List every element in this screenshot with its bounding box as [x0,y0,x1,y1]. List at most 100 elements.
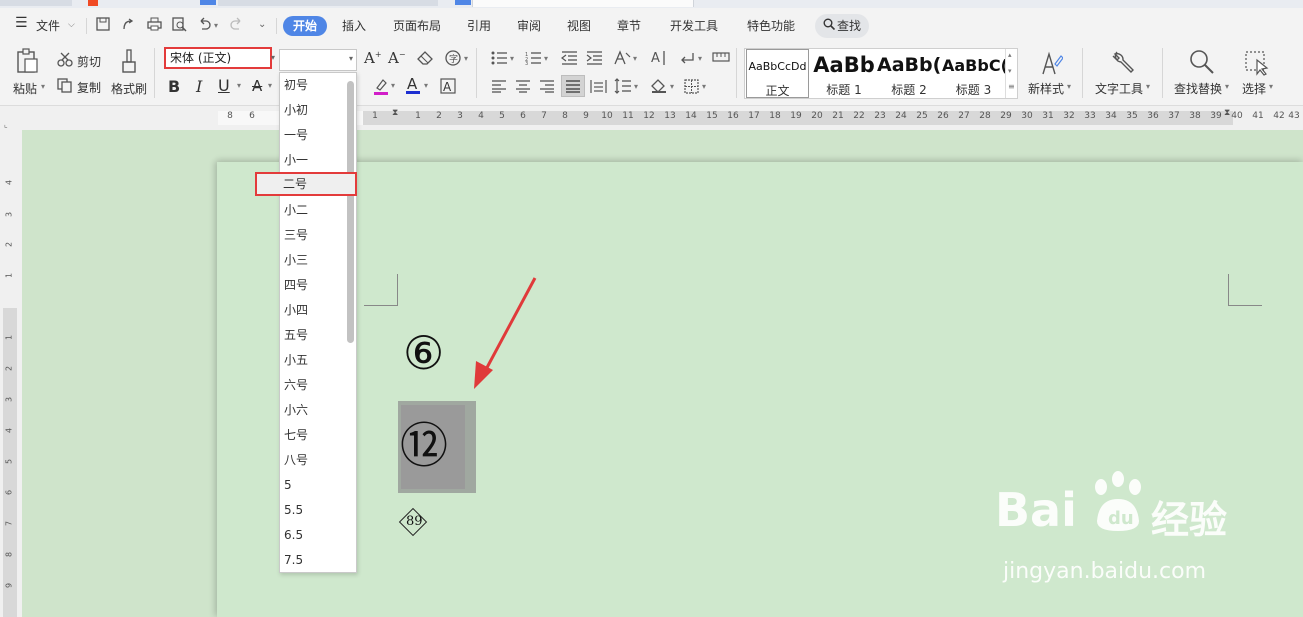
font-size-option[interactable]: 初号 [280,73,346,98]
font-color-icon[interactable]: A [406,75,420,97]
print-icon[interactable] [146,17,162,33]
font-size-option[interactable]: 一号 [280,123,346,148]
tab-references[interactable]: 引用 [467,17,491,34]
cut-button[interactable]: 剪切 [77,53,101,70]
undo-dropdown-icon[interactable]: ▾ [214,21,218,30]
tab-chapter[interactable]: 章节 [617,17,641,34]
enclosed-number-6[interactable]: ⑥ [403,325,444,381]
font-size-option[interactable]: 小四 [280,298,346,323]
font-size-dropdown-icon[interactable]: ▾ [349,54,353,63]
tab-special-features[interactable]: 特色功能 [747,17,795,34]
shading-dropdown-icon[interactable]: ▾ [670,82,674,91]
active-tab-fragment[interactable] [472,0,694,7]
paste-button[interactable]: 粘贴 [13,80,37,97]
document-canvas[interactable]: ⑥ ⑫ 89 Bai du 经验 jingyan.baidu.com [22,130,1303,617]
tab-fragment[interactable] [0,0,72,6]
align-center-icon[interactable] [515,80,531,95]
highlight-icon[interactable] [373,78,389,97]
chevron-down-icon[interactable]: ▾ [1008,67,1012,75]
increase-font-size-icon[interactable]: A+ [364,49,382,67]
horizontal-ruler[interactable]: ⌞ 8 6 4 2 1 ⧗ 1 2 3 4 5 6 7 8 9 10 11 12… [0,106,1303,130]
new-style-icon[interactable] [1039,50,1064,78]
chevron-down-icon[interactable]: ⌵ [68,20,75,30]
output-pdf-icon[interactable] [120,17,136,33]
shading-icon[interactable] [650,78,668,96]
align-right-icon[interactable] [539,80,555,95]
line-spacing-dropdown-icon[interactable]: ▾ [634,82,638,91]
font-size-option[interactable]: 四号 [280,273,346,298]
decrease-font-size-icon[interactable]: A− [388,49,406,67]
scissors-icon[interactable] [57,52,73,69]
font-size-option[interactable]: 小二 [280,198,346,223]
format-painter-button[interactable]: 格式刷 [111,80,147,97]
chevron-up-icon[interactable]: ▴ [1008,51,1012,59]
enclosed-number-89[interactable]: 89 [406,514,423,530]
font-size-option[interactable]: 小三 [280,248,346,273]
font-size-option[interactable]: 小初 [280,98,346,123]
font-size-option[interactable]: 7.5 [280,548,346,572]
borders-icon[interactable] [684,79,699,96]
style-heading-1[interactable]: AaBb 标题 1 [812,49,876,98]
font-size-option[interactable]: 5 [280,473,346,498]
dropdown-scrollbar[interactable] [347,81,354,343]
underline-icon[interactable]: U [218,76,230,95]
select-button[interactable]: 选择 [1242,80,1266,97]
paste-dropdown-icon[interactable]: ▾ [41,82,45,91]
search-button[interactable]: 查找 [815,14,869,38]
font-size-option[interactable]: 小六 [280,398,346,423]
enclosed-number-12[interactable]: ⑫ [400,416,448,476]
redo-icon[interactable] [229,17,245,33]
text-tools-dropdown-icon[interactable]: ▾ [1146,82,1150,91]
highlight-dropdown-icon[interactable]: ▾ [391,81,395,90]
copy-button[interactable]: 复制 [77,79,101,96]
increase-indent-icon[interactable] [586,51,603,67]
justify-icon[interactable] [561,75,585,97]
styles-gallery-scroller[interactable]: ▴ ▾ ≡ [1005,49,1017,98]
character-border-icon[interactable]: A [440,78,456,96]
file-menu[interactable]: 文件 [36,17,60,34]
bullet-list-dropdown-icon[interactable]: ▾ [510,54,514,63]
pinyin-guide-icon[interactable]: 字 [445,50,461,68]
numbered-list-dropdown-icon[interactable]: ▾ [544,54,548,63]
font-size-option[interactable]: 五号 [280,323,346,348]
tab-view[interactable]: 视图 [567,17,591,34]
paste-icon[interactable] [15,48,39,76]
tab-insert[interactable]: 插入 [342,17,366,34]
font-name-dropdown-icon[interactable]: ▾ [271,53,275,62]
pinyin-dropdown-icon[interactable]: ▾ [464,54,468,63]
style-heading-3[interactable]: AaBbC( 标题 3 [942,49,1005,98]
find-replace-icon[interactable] [1189,49,1215,77]
font-color-dropdown-icon[interactable]: ▾ [424,81,428,90]
select-icon[interactable] [1245,50,1269,78]
find-replace-button[interactable]: 查找替换 [1174,80,1222,97]
undo-icon[interactable] [196,17,212,33]
tab-developer[interactable]: 开发工具 [670,17,718,34]
tab-home[interactable]: 开始 [283,16,327,36]
font-size-option[interactable]: 六号 [280,373,346,398]
borders-dropdown-icon[interactable]: ▾ [702,82,706,91]
strikethrough-dropdown-icon[interactable]: ▾ [268,81,272,90]
new-style-button[interactable]: 新样式 [1028,80,1064,97]
align-left-icon[interactable] [491,80,507,95]
print-preview-icon[interactable] [171,17,187,33]
style-heading-2[interactable]: AaBb( 标题 2 [877,49,941,98]
vertical-ruler[interactable]: 4 3 2 1 1 2 3 4 5 6 7 8 9 [0,130,22,617]
strikethrough-icon[interactable]: A [252,77,262,95]
numbered-list-icon[interactable]: 123 [525,51,542,67]
font-size-dropdown[interactable]: 初号 小初 一号 小一 小二 三号 小三 四号 小四 五号 小五 六号 小六 七… [279,72,357,573]
tab-page-layout[interactable]: 页面布局 [393,17,441,34]
find-replace-dropdown-icon[interactable]: ▾ [1225,82,1229,91]
font-size-field[interactable]: ▾ [279,49,357,71]
tab-fragment[interactable] [218,0,438,6]
font-size-option[interactable]: 6.5 [280,523,346,548]
decrease-indent-icon[interactable] [561,51,578,67]
font-name-field[interactable]: 宋体 (正文) [164,47,272,69]
clear-format-icon[interactable] [417,51,434,67]
bold-icon[interactable]: B [168,77,180,96]
show-hide-marks-icon[interactable] [679,51,697,67]
hamburger-icon[interactable]: ☰ [15,15,28,31]
tab-selector-icon[interactable]: ⌞ [4,120,8,129]
chinese-layout-icon[interactable] [613,50,631,68]
font-size-option-selected[interactable]: 二号 [255,172,357,196]
font-size-option[interactable]: 5.5 [280,498,346,523]
